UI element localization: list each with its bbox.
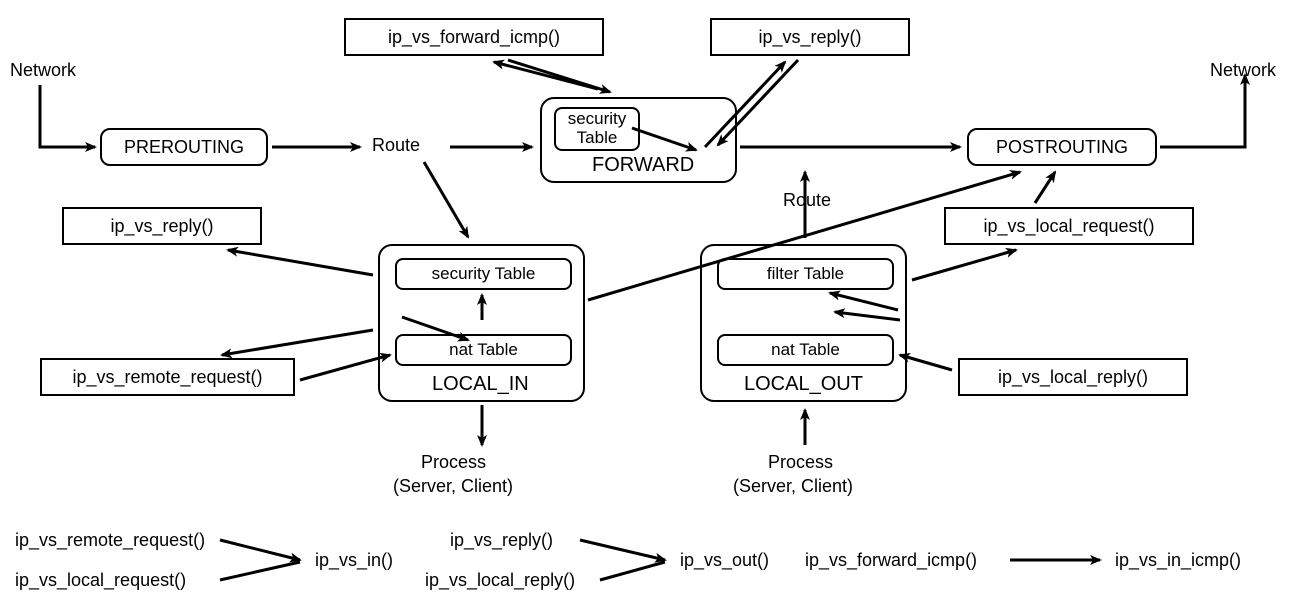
- reply-left-box: ip_vs_reply(): [62, 207, 262, 245]
- local-in-hook: security Table nat Table LOCAL_IN: [378, 244, 585, 402]
- reply-top-text: ip_vs_reply(): [758, 27, 861, 48]
- legend-out: ip_vs_out(): [680, 550, 769, 571]
- reply-top-box: ip_vs_reply(): [710, 18, 910, 56]
- arrows-svg: [0, 0, 1297, 616]
- local-request-text: ip_vs_local_request(): [983, 216, 1154, 237]
- legend-in: ip_vs_in(): [315, 550, 393, 571]
- local-out-nat-table: nat Table: [717, 334, 894, 366]
- network-out-label: Network: [1210, 60, 1276, 81]
- local-in-security-text: security Table: [432, 265, 536, 284]
- process-out-label: Process: [768, 452, 833, 473]
- route-mid-label: Route: [783, 190, 831, 211]
- local-in-nat-table: nat Table: [395, 334, 572, 366]
- route-top-label: Route: [372, 135, 420, 156]
- prerouting-box: PREROUTING: [100, 128, 268, 166]
- local-reply-text: ip_vs_local_reply(): [998, 367, 1148, 388]
- legend-remote-request: ip_vs_remote_request(): [15, 530, 205, 551]
- local-request-box: ip_vs_local_request(): [944, 207, 1194, 245]
- local-out-name: LOCAL_OUT: [744, 373, 863, 396]
- legend-local-reply: ip_vs_local_reply(): [425, 570, 575, 591]
- remote-request-text: ip_vs_remote_request(): [72, 367, 262, 388]
- legend-reply: ip_vs_reply(): [450, 530, 553, 551]
- remote-request-box: ip_vs_remote_request(): [40, 358, 295, 396]
- forward-icmp-text: ip_vs_forward_icmp(): [388, 27, 560, 48]
- forward-icmp-box: ip_vs_forward_icmp(): [344, 18, 604, 56]
- local-out-filter-text: filter Table: [767, 265, 844, 284]
- prerouting-text: PREROUTING: [124, 137, 244, 158]
- legend-in-icmp: ip_vs_in_icmp(): [1115, 550, 1241, 571]
- local-reply-box: ip_vs_local_reply(): [958, 358, 1188, 396]
- legend-forward-icmp: ip_vs_forward_icmp(): [805, 550, 977, 571]
- reply-left-text: ip_vs_reply(): [110, 216, 213, 237]
- local-in-security-table: security Table: [395, 258, 572, 290]
- postrouting-box: POSTROUTING: [967, 128, 1157, 166]
- forward-security-table: security Table: [554, 107, 640, 151]
- process-in-label2: (Server, Client): [393, 476, 513, 497]
- process-out-label2: (Server, Client): [733, 476, 853, 497]
- postrouting-text: POSTROUTING: [996, 137, 1128, 158]
- forward-hook: security Table FORWARD: [540, 97, 737, 183]
- legend-local-request: ip_vs_local_request(): [15, 570, 186, 591]
- local-in-nat-text: nat Table: [449, 341, 518, 360]
- local-in-name: LOCAL_IN: [432, 373, 529, 396]
- forward-name: FORWARD: [592, 154, 694, 177]
- local-out-hook: filter Table nat Table LOCAL_OUT: [700, 244, 907, 402]
- network-in-label: Network: [10, 60, 76, 81]
- local-out-nat-text: nat Table: [771, 341, 840, 360]
- local-out-filter-table: filter Table: [717, 258, 894, 290]
- forward-security-text: security Table: [568, 110, 627, 147]
- process-in-label: Process: [421, 452, 486, 473]
